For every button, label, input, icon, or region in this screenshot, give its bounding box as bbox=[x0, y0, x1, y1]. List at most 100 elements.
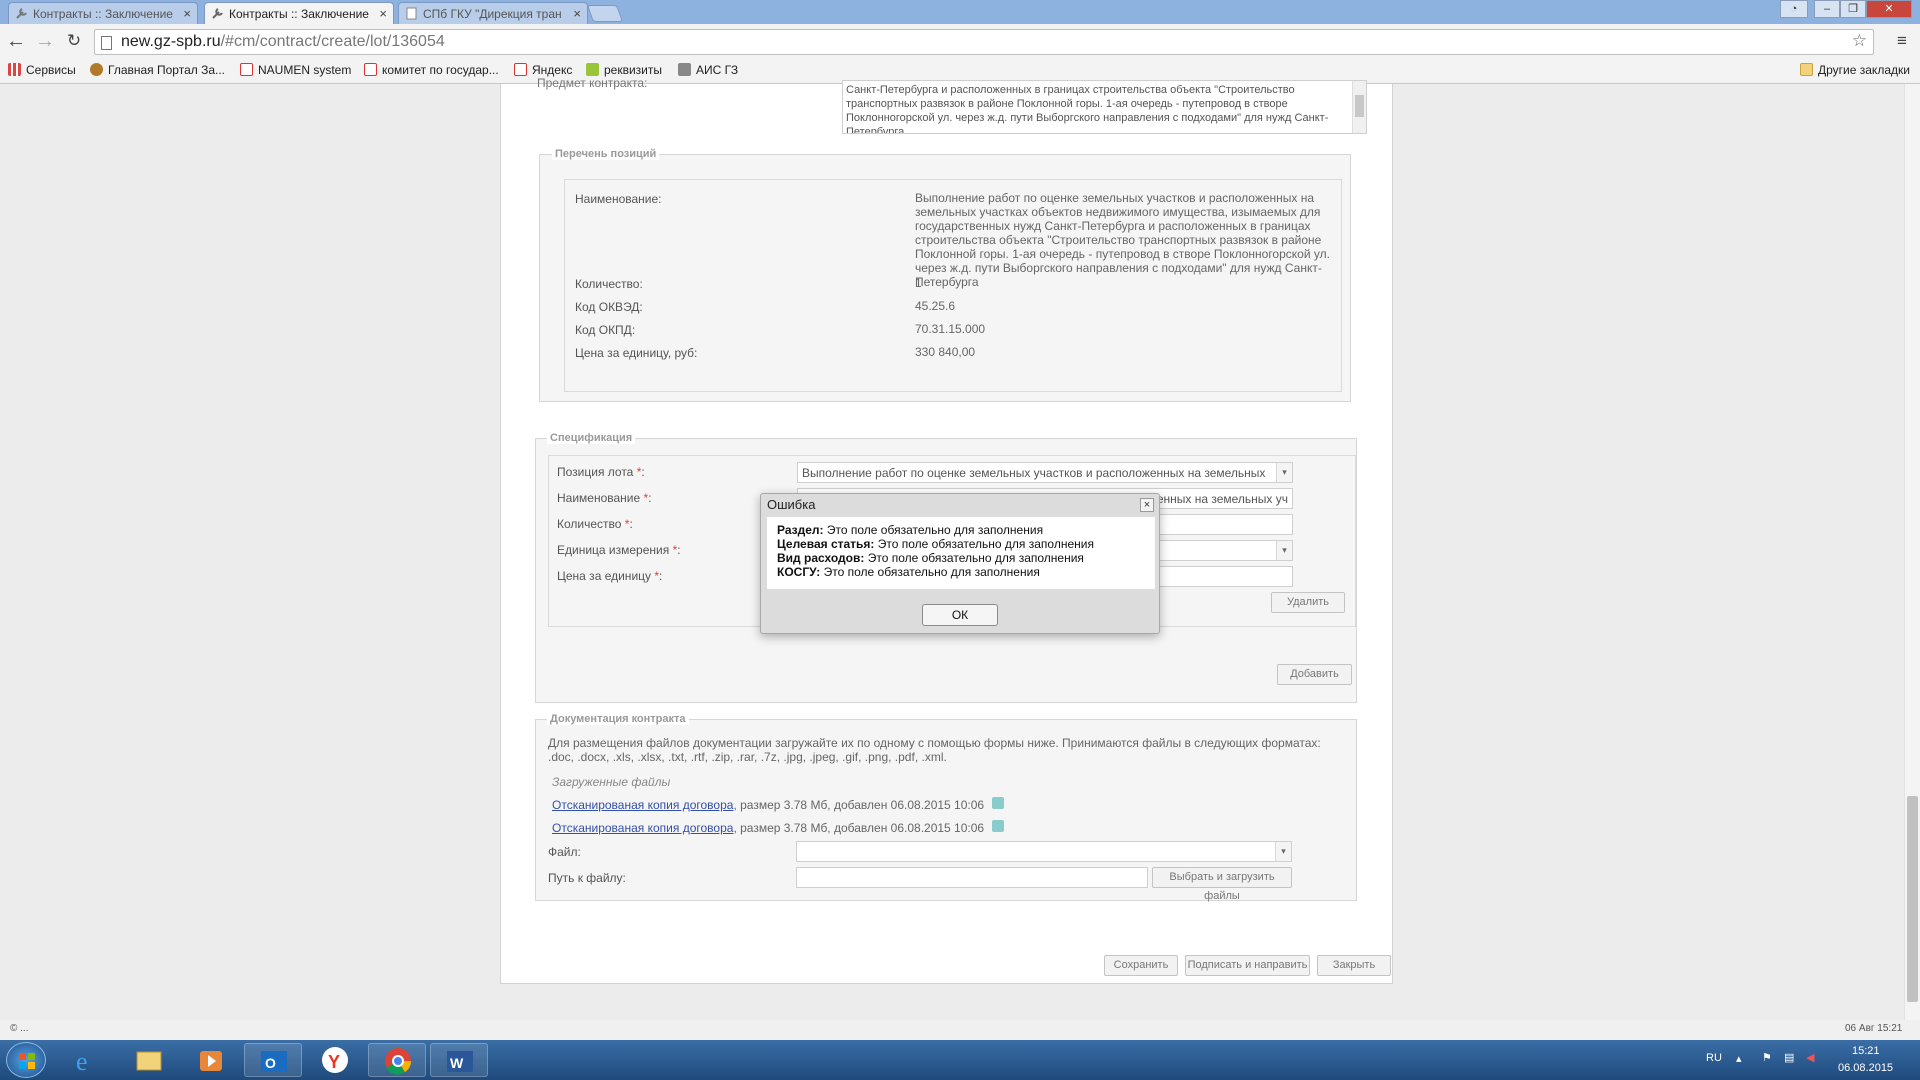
docs-info: Для размещения файлов документации загру… bbox=[548, 736, 1321, 764]
volume-muted-icon[interactable]: ◀ bbox=[1806, 1051, 1814, 1064]
svg-text:e: e bbox=[76, 1047, 88, 1076]
chevron-down-icon[interactable]: ▾ bbox=[1276, 463, 1292, 482]
star-icon[interactable]: ☆ bbox=[1852, 31, 1867, 51]
position-qty-value: 1 bbox=[915, 276, 922, 290]
add-button[interactable]: Добавить bbox=[1277, 664, 1352, 685]
file-item: Отсканированая копия договора, размер 3.… bbox=[552, 797, 1005, 812]
tab-title: Контракты :: Заключение bbox=[33, 7, 173, 21]
svg-text:W: W bbox=[450, 1055, 464, 1071]
emblem-icon bbox=[90, 63, 103, 76]
delete-file-icon[interactable] bbox=[992, 820, 1005, 832]
bookmark-naumen[interactable]: NAUMEN system bbox=[240, 63, 351, 77]
window-close-button[interactable]: ✕ bbox=[1866, 0, 1912, 18]
minimize-button[interactable]: – bbox=[1814, 0, 1840, 18]
delete-button[interactable]: Удалить bbox=[1271, 592, 1345, 613]
tab-title: Контракты :: Заключение bbox=[229, 7, 369, 21]
close-icon[interactable]: × bbox=[1140, 498, 1154, 512]
save-button[interactable]: Сохранить bbox=[1104, 955, 1178, 976]
browser-toolbar: ← → ↻ new.gz-spb.ru/#cm/contract/create/… bbox=[0, 24, 1920, 59]
close-tab-icon[interactable]: × bbox=[379, 6, 387, 21]
lot-position-select[interactable]: Выполнение работ по оценке земельных уча… bbox=[797, 462, 1293, 483]
menu-icon[interactable]: ≡ bbox=[1890, 30, 1914, 54]
path-input[interactable] bbox=[796, 867, 1148, 888]
bookmark-services[interactable]: Сервисы bbox=[8, 63, 76, 77]
position-okved-value: 45.25.6 bbox=[915, 299, 956, 313]
media-player-taskbar-icon[interactable] bbox=[182, 1043, 240, 1077]
language-indicator[interactable]: RU bbox=[1706, 1052, 1722, 1064]
chrome-taskbar-icon[interactable] bbox=[368, 1043, 426, 1077]
url-path: /#cm/contract/create/lot/136054 bbox=[220, 33, 445, 50]
clock-date[interactable]: 06.08.2015 bbox=[1838, 1062, 1893, 1074]
start-button[interactable] bbox=[6, 1042, 46, 1078]
bookmark-other[interactable]: Другие закладки bbox=[1800, 63, 1910, 77]
ie-taskbar-icon[interactable]: e bbox=[56, 1043, 114, 1077]
flag-icon[interactable]: ⚑ bbox=[1762, 1051, 1772, 1064]
outlook-taskbar-icon[interactable]: O bbox=[244, 1043, 302, 1077]
position-name-value: Выполнение работ по оценке земельных уча… bbox=[915, 191, 1330, 289]
url-host: new.gz-spb.ru bbox=[121, 33, 221, 50]
spec-name-label: Наименование *: bbox=[557, 491, 652, 505]
close-tab-icon[interactable]: × bbox=[183, 6, 191, 21]
taskbar: e O Y W RU ▴ ⚑ ▤ ◀ 15:21 06.08.2015 bbox=[0, 1040, 1920, 1080]
error-line: Целевая статья: Это поле обязательно для… bbox=[777, 537, 1094, 551]
maximize-button[interactable]: ❐ bbox=[1840, 0, 1866, 18]
bookmark-committee[interactable]: комитет по государ... bbox=[364, 63, 499, 77]
ok-button[interactable]: ОК bbox=[922, 604, 998, 626]
file-link[interactable]: Отсканированая копия договора bbox=[552, 798, 733, 812]
network-icon[interactable]: ▤ bbox=[1784, 1051, 1794, 1064]
tools-icon bbox=[15, 7, 28, 20]
show-hidden-icons[interactable]: ▴ bbox=[1736, 1052, 1742, 1065]
yandex-icon bbox=[364, 63, 377, 76]
status-left: © ... bbox=[10, 1023, 29, 1034]
position-price-value: 330 840,00 bbox=[915, 345, 976, 359]
explorer-taskbar-icon[interactable] bbox=[120, 1043, 178, 1077]
back-icon[interactable]: ← bbox=[4, 30, 28, 54]
reload-icon[interactable]: ↻ bbox=[62, 30, 86, 54]
textarea-scrollbar[interactable] bbox=[1352, 81, 1366, 133]
yandex-browser-taskbar-icon[interactable]: Y bbox=[306, 1043, 364, 1077]
position-qty-label: Количество: bbox=[575, 277, 643, 291]
scroll-thumb[interactable] bbox=[1907, 796, 1918, 1002]
upload-files-button[interactable]: Выбрать и загрузить файлы bbox=[1152, 867, 1292, 902]
close-form-button[interactable]: Закрыть bbox=[1317, 955, 1391, 976]
file-select[interactable]: ▾ bbox=[796, 841, 1292, 862]
page-icon bbox=[101, 36, 112, 50]
error-line: КОСГУ: Это поле обязательно для заполнен… bbox=[777, 565, 1040, 579]
bookmark-portal[interactable]: Главная Портал За... bbox=[90, 63, 225, 77]
bookmark-ais-gz[interactable]: АИС ГЗ bbox=[678, 63, 738, 77]
file-link[interactable]: Отсканированая копия договора bbox=[552, 821, 733, 835]
forward-icon[interactable]: → bbox=[33, 30, 57, 54]
subject-textarea[interactable]: Санкт-Петербурга и расположенных в грани… bbox=[842, 80, 1367, 134]
sign-send-button[interactable]: Подписать и направить bbox=[1185, 955, 1310, 976]
positions-legend: Перечень позиций bbox=[552, 148, 660, 160]
tab-contracts-1[interactable]: Контракты :: Заключение × bbox=[8, 2, 198, 24]
chevron-down-icon[interactable]: ▾ bbox=[1276, 541, 1292, 560]
uploaded-files-title: Загруженные файлы bbox=[552, 775, 671, 789]
lot-position-label: Позиция лота *: bbox=[557, 465, 645, 479]
yandex-icon bbox=[514, 63, 527, 76]
tools-icon bbox=[211, 7, 224, 20]
spec-legend: Спецификация bbox=[547, 432, 636, 444]
scroll-thumb[interactable] bbox=[1355, 95, 1364, 117]
tab-contracts-2[interactable]: Контракты :: Заключение × bbox=[204, 2, 394, 25]
close-tab-icon[interactable]: × bbox=[573, 6, 581, 21]
address-bar[interactable]: new.gz-spb.ru/#cm/contract/create/lot/13… bbox=[94, 29, 1874, 55]
page-scrollbar[interactable] bbox=[1904, 84, 1920, 1020]
new-tab-button[interactable] bbox=[586, 5, 624, 22]
tab-spb-gku[interactable]: СПб ГКУ "Дирекция тран × bbox=[398, 2, 588, 24]
status-bar: © ... 06 Авг 15:21 bbox=[0, 1020, 1920, 1040]
position-okved-label: Код ОКВЭД: bbox=[575, 300, 643, 314]
tab-strip: Контракты :: Заключение × Контракты :: З… bbox=[0, 0, 1920, 25]
position-name-label: Наименование: bbox=[575, 192, 662, 206]
chevron-down-icon[interactable]: ▾ bbox=[1275, 842, 1291, 861]
word-taskbar-icon[interactable]: W bbox=[430, 1043, 488, 1077]
delete-file-icon[interactable] bbox=[992, 797, 1005, 809]
bookmark-requisites[interactable]: реквизиты bbox=[586, 63, 662, 77]
clock-time[interactable]: 15:21 bbox=[1852, 1045, 1880, 1057]
user-icon[interactable]: ◔ bbox=[1780, 0, 1808, 18]
yandex-icon bbox=[240, 63, 253, 76]
tab-title: СПб ГКУ "Дирекция тран bbox=[423, 7, 562, 21]
spec-qty-label: Количество *: bbox=[557, 517, 633, 531]
bookmark-yandex[interactable]: Яндекс bbox=[514, 63, 572, 77]
subject-label: Предмет контракта: bbox=[537, 76, 648, 90]
